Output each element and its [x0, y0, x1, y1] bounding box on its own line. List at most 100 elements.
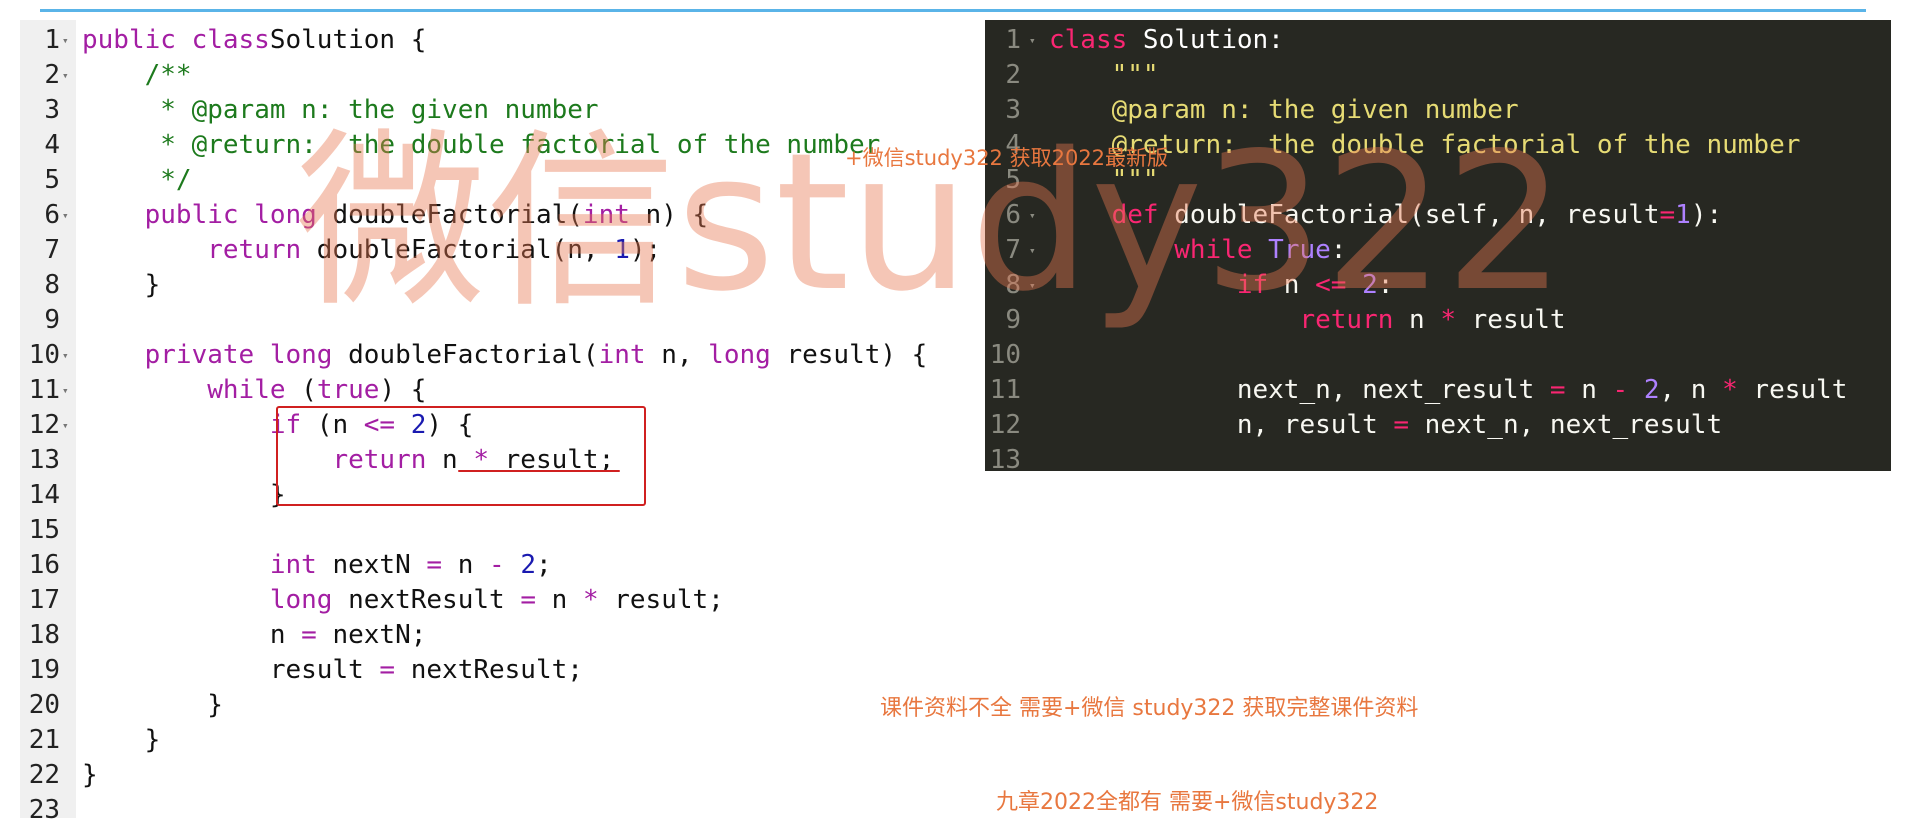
code-line: 22}	[20, 758, 1020, 793]
code-token: result;	[598, 585, 724, 615]
code-text: n, result = next_n, next_result	[1049, 408, 1722, 443]
code-token: =	[426, 550, 443, 580]
line-number: 13	[28, 445, 60, 475]
fold-arrow-icon[interactable]: ▾	[62, 23, 69, 58]
line-number: 19	[28, 655, 60, 685]
code-token: n	[442, 550, 490, 580]
code-token: , n	[1659, 375, 1723, 405]
code-token: /**	[144, 60, 192, 90]
line-number: 12	[28, 410, 60, 440]
line-number: 1	[1005, 25, 1021, 55]
line-number: 21	[28, 725, 60, 755]
code-token: int	[269, 550, 317, 580]
code-token: -	[489, 550, 505, 580]
code-line: 12 n, result = next_n, next_result	[985, 408, 1891, 443]
code-token: 2	[520, 550, 536, 580]
line-number: 11	[28, 375, 60, 405]
line-number: 3	[44, 95, 60, 125]
code-token: =	[520, 585, 536, 615]
code-token: public class	[82, 25, 270, 55]
code-token: }	[82, 480, 286, 510]
underline-annotation	[458, 470, 620, 472]
code-token: nextN;	[316, 620, 427, 650]
code-line: 17 long nextResult = n * result;	[20, 583, 1020, 618]
code-token: n	[535, 585, 583, 615]
code-token: n	[1565, 375, 1613, 405]
code-token: """	[1111, 60, 1159, 90]
code-token: result) {	[770, 340, 928, 370]
line-number: 10	[989, 340, 1021, 370]
code-token: long	[708, 340, 771, 370]
code-text: /**	[82, 58, 192, 93]
code-text: next_n, next_result = n - 2, n * result	[1049, 373, 1848, 408]
code-token: -	[1612, 375, 1629, 405]
code-line: 19 result = nextResult;	[20, 653, 1020, 688]
code-token: }	[82, 270, 161, 300]
fold-arrow-icon[interactable]: ▾	[1029, 23, 1036, 58]
code-line: 1 ▾ public classSolution {	[20, 23, 1020, 58]
code-line: 15	[20, 513, 1020, 548]
line-number: 17	[28, 585, 60, 615]
code-line: 13	[985, 443, 1891, 471]
code-token: }	[82, 760, 98, 790]
code-line: 2 ▾ /**	[20, 58, 1020, 93]
line-number: 12	[989, 410, 1021, 440]
watermark-bottom: 九章2022全都有 需要+微信study322	[996, 790, 1379, 815]
line-number: 1	[44, 25, 60, 55]
code-text: while (true) {	[82, 373, 426, 408]
code-token: =	[1659, 200, 1676, 230]
code-line: 20 }	[20, 688, 1020, 723]
code-token: ) {	[379, 375, 427, 405]
code-token: long	[269, 585, 333, 615]
code-token: }	[82, 690, 223, 720]
code-token: class	[1049, 25, 1128, 55]
code-token: Solution {	[269, 25, 427, 55]
code-line: 11 ▾ while (true) {	[20, 373, 1020, 408]
code-token: *	[582, 585, 599, 615]
fold-arrow-icon[interactable]: ▾	[62, 338, 69, 373]
line-number: 22	[28, 760, 60, 790]
line-number: 5	[44, 165, 60, 195]
line-number: 16	[28, 550, 60, 580]
code-token: public long	[144, 200, 317, 230]
fold-arrow-icon[interactable]: ▾	[62, 408, 69, 443]
code-token: Solution:	[1127, 25, 1284, 55]
line-number: 10	[28, 340, 60, 370]
code-line: 18 n = nextN;	[20, 618, 1020, 653]
code-text: */	[82, 163, 191, 198]
line-number: 23	[28, 795, 60, 825]
fold-arrow-icon[interactable]: ▾	[62, 373, 69, 408]
code-token: =	[1549, 375, 1566, 405]
code-token: result	[82, 655, 380, 685]
code-text: }	[82, 478, 286, 513]
code-token: next_n, next_result	[1049, 375, 1550, 405]
code-line: 10	[985, 338, 1891, 373]
code-line: 23	[20, 793, 1020, 828]
code-line: 11 next_n, next_result = n - 2, n * resu…	[985, 373, 1891, 408]
code-text: n = nextN;	[82, 618, 427, 653]
fold-arrow-icon[interactable]: ▾	[62, 58, 69, 93]
code-token: *	[1722, 375, 1738, 405]
code-token: =	[1393, 410, 1410, 440]
code-token: 2	[1643, 375, 1660, 405]
fold-arrow-icon[interactable]: ▾	[62, 198, 69, 233]
line-number: 4	[44, 130, 60, 160]
line-number: 14	[28, 480, 60, 510]
code-token: int	[598, 340, 646, 370]
code-text: result = nextResult;	[82, 653, 583, 688]
line-number: 2	[1005, 60, 1021, 90]
code-token: ):	[1690, 200, 1723, 230]
line-number: 13	[989, 445, 1021, 471]
code-token: true	[316, 375, 380, 405]
code-text: }	[82, 758, 98, 793]
code-token: next_n, next_result	[1409, 410, 1723, 440]
code-text: int nextN = n - 2;	[82, 548, 552, 583]
